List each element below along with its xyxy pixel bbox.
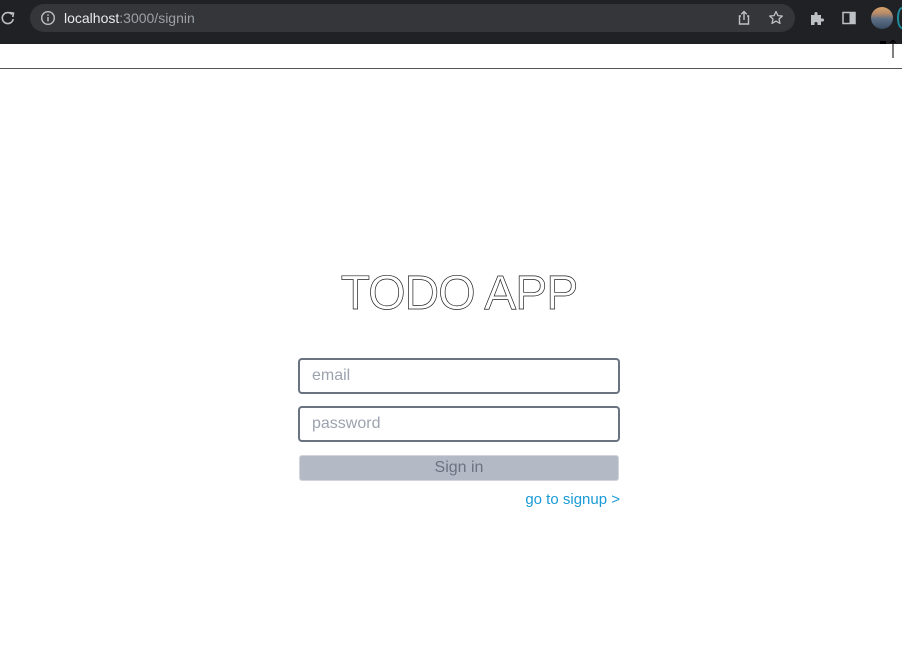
star-icon[interactable] bbox=[768, 10, 784, 26]
info-icon[interactable] bbox=[40, 10, 56, 26]
url-host: localhost bbox=[64, 10, 120, 26]
sign-in-button[interactable]: Sign in bbox=[299, 455, 619, 481]
password-field[interactable] bbox=[298, 406, 620, 442]
puzzle-extension-icon[interactable] bbox=[809, 10, 825, 26]
profile-avatar[interactable] bbox=[871, 7, 893, 29]
side-panel-icon[interactable] bbox=[841, 10, 857, 26]
url-path: :3000/signin bbox=[119, 10, 195, 26]
extension-badge-icon[interactable] bbox=[897, 7, 902, 29]
url-text[interactable]: localhost:3000/signin bbox=[64, 10, 195, 26]
reload-icon[interactable] bbox=[0, 10, 16, 26]
address-bar[interactable]: localhost:3000/signin bbox=[30, 4, 795, 32]
content-divider bbox=[0, 68, 902, 69]
page-title: TODO APP bbox=[340, 267, 578, 321]
email-field[interactable] bbox=[298, 358, 620, 394]
share-icon[interactable] bbox=[736, 10, 752, 26]
browser-toolbar: localhost:3000/signin bbox=[0, 0, 902, 44]
mouse-cursor-icon bbox=[880, 39, 897, 58]
go-to-signup-link[interactable]: go to signup > bbox=[460, 491, 620, 509]
